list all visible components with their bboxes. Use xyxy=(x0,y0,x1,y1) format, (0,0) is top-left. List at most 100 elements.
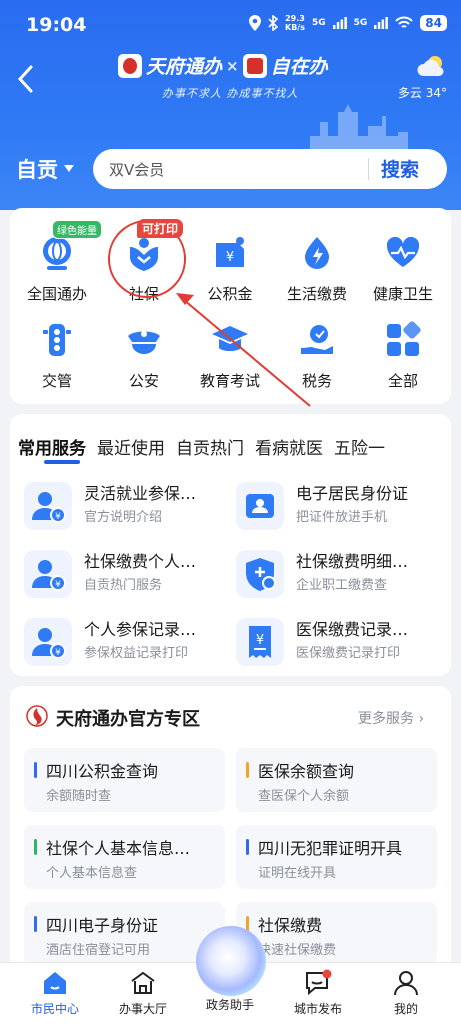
nav-mine[interactable]: 我的 xyxy=(366,969,446,1017)
utility-bill-icon xyxy=(305,237,329,269)
service-subtitle: 把证件放进手机 xyxy=(296,510,388,525)
status-icons: 29.3 KB/s 5G 5G 84 xyxy=(249,14,447,32)
zone-item-accent xyxy=(34,839,37,855)
bluetooth-icon xyxy=(268,15,278,31)
nav-label: 城市发布 xyxy=(293,1002,342,1016)
svg-text:¥: ¥ xyxy=(226,250,234,265)
service-item[interactable]: 电子居民身份证 把证件放进手机 xyxy=(236,478,441,534)
all-apps-icon xyxy=(387,321,421,356)
nav-label: 市民中心 xyxy=(30,1002,79,1016)
nav-assistant[interactable]: 政务助手 xyxy=(190,996,270,1013)
brand-zizai: 自在办 xyxy=(270,56,328,78)
zone-item-title: 社保个人基本信息… xyxy=(46,839,191,858)
zone-item-title: 四川无犯罪证明开具 xyxy=(258,839,403,858)
nav-service-hall[interactable]: 办事大厅 xyxy=(103,969,183,1017)
grid-label: 健康卫生 xyxy=(372,285,433,303)
tab-insurance[interactable]: 五险一 xyxy=(334,434,385,459)
zone-item-accent xyxy=(34,762,37,778)
annotation-arrow xyxy=(176,293,311,407)
printable-tag: 可打印 xyxy=(137,219,184,238)
message-icon xyxy=(306,969,332,996)
service-item[interactable]: ¥ 社保缴费个人… 自贡热门服务 xyxy=(24,546,229,602)
zone-item[interactable]: 四川无犯罪证明开具 证明在线开具 xyxy=(236,825,437,889)
weather-text: 多云 34° xyxy=(397,86,447,100)
service-title: 社保缴费个人… xyxy=(84,552,197,571)
zone-item-title: 四川电子身份证 xyxy=(46,916,159,935)
search-divider xyxy=(368,158,369,180)
person-yuan-icon: ¥ xyxy=(24,550,72,598)
zone-item-subtitle: 酒店住宿登记可用 xyxy=(46,943,151,958)
zone-item[interactable]: 社保个人基本信息… 个人基本信息查 xyxy=(24,825,225,889)
city-selector[interactable]: 自贡 xyxy=(16,154,74,184)
nav-citizen-center[interactable]: 市民中心 xyxy=(15,969,95,1017)
traffic-light-icon xyxy=(43,324,71,356)
service-item[interactable]: ¥ 个人参保记录… 参保权益记录打印 xyxy=(24,614,229,670)
service-title: 个人参保记录… xyxy=(84,620,197,639)
globe-icon xyxy=(43,237,71,270)
police-cap-icon xyxy=(128,331,160,354)
tab-medical[interactable]: 看病就医 xyxy=(255,434,323,459)
service-tabs: 常用服务 最近使用 自贡热门 看病就医 五险一 xyxy=(18,434,385,459)
zone-item-subtitle: 余额随时查 xyxy=(46,789,112,804)
signal-5g-b: 5G xyxy=(353,18,368,28)
zone-item[interactable]: 医保余额查询 查医保个人余额 xyxy=(236,748,437,812)
person-yuan-icon: ¥ xyxy=(24,482,72,530)
weather-widget: 多云 34° xyxy=(387,54,447,100)
service-title: 电子居民身份证 xyxy=(296,484,409,503)
zone-item[interactable]: 四川公积金查询 余额随时查 xyxy=(24,748,225,812)
grid-label: 交管 xyxy=(41,372,72,390)
tab-zigong-hot[interactable]: 自贡热门 xyxy=(176,434,244,459)
search-input[interactable]: 双V会员 xyxy=(109,159,164,180)
zone-title: 天府通办官方专区 xyxy=(56,709,200,730)
zone-item-accent xyxy=(246,839,249,855)
nav-city-news[interactable]: 城市发布 xyxy=(278,969,358,1017)
svg-text:¥: ¥ xyxy=(55,648,61,658)
grid-label: 全部 xyxy=(387,372,418,390)
grid-item-traffic[interactable]: 交管 xyxy=(13,320,101,391)
service-title: 社保缴费明细… xyxy=(296,552,409,571)
zone-item-accent xyxy=(34,916,37,932)
zone-item[interactable]: 四川电子身份证 酒店住宿登记可用 xyxy=(24,902,225,966)
service-subtitle: 参保权益记录打印 xyxy=(84,646,189,661)
grid-item-health[interactable]: 健康卫生 xyxy=(359,233,447,304)
receipt-yuan-icon: ¥ xyxy=(236,618,284,666)
brand-tianfu: 天府通办 xyxy=(146,56,223,78)
svg-text:¥: ¥ xyxy=(55,580,61,590)
caret-down-icon xyxy=(64,165,74,172)
assistant-orb-icon[interactable] xyxy=(196,926,266,996)
health-heart-icon xyxy=(386,236,420,267)
cloudy-weather-icon xyxy=(417,56,444,76)
app-root: 19:04 29.3 KB/s 5G 5G 84 天府通办 × 自在办 办事不求人… xyxy=(0,0,461,1024)
zizai-logo-icon xyxy=(242,53,267,78)
signal-5g-a: 5G xyxy=(311,18,326,28)
grid-item-all[interactable]: 全部 xyxy=(359,320,447,391)
service-item[interactable]: ¥ 医保缴费记录… 医保缴费记录打印 xyxy=(236,614,441,670)
back-arrow-icon[interactable] xyxy=(14,64,38,94)
housing-fund-icon: ¥ xyxy=(216,237,244,267)
search-bar[interactable]: 双V会员 搜索 xyxy=(93,149,447,189)
service-item[interactable]: 社保缴费明细… 企业职工缴费查 xyxy=(236,546,441,602)
location-icon xyxy=(249,15,261,31)
service-subtitle: 自贡热门服务 xyxy=(84,578,163,593)
zone-item-title: 社保缴费 xyxy=(258,916,323,935)
signal-bars-icon xyxy=(374,17,389,29)
zone-item[interactable]: 社保缴费 快速社保缴费 xyxy=(236,902,437,966)
tianfu-logo-icon xyxy=(26,705,48,727)
nav-label: 我的 xyxy=(393,1002,418,1016)
city-skyline-decoration xyxy=(310,104,408,156)
zone-item-subtitle: 个人基本信息查 xyxy=(46,866,138,881)
service-item[interactable]: ¥ 灵活就业参保… 官方说明介绍 xyxy=(24,478,229,534)
search-button[interactable]: 搜索 xyxy=(381,155,419,182)
network-speed: 29.3 KB/s xyxy=(285,14,305,32)
grid-item-national[interactable]: 全国通办 xyxy=(13,233,101,304)
tab-recent[interactable]: 最近使用 xyxy=(97,434,165,459)
more-services-link[interactable]: 更多服务 › xyxy=(358,708,424,728)
green-energy-tag: 绿色能量 xyxy=(52,220,102,239)
svg-text:¥: ¥ xyxy=(256,633,264,648)
zone-item-accent xyxy=(246,762,249,778)
signal-bars-icon xyxy=(332,17,347,29)
tab-common[interactable]: 常用服务 xyxy=(18,434,86,459)
active-tab-indicator xyxy=(44,460,80,464)
zone-item-title: 四川公积金查询 xyxy=(46,762,159,781)
id-card-icon xyxy=(236,482,284,530)
